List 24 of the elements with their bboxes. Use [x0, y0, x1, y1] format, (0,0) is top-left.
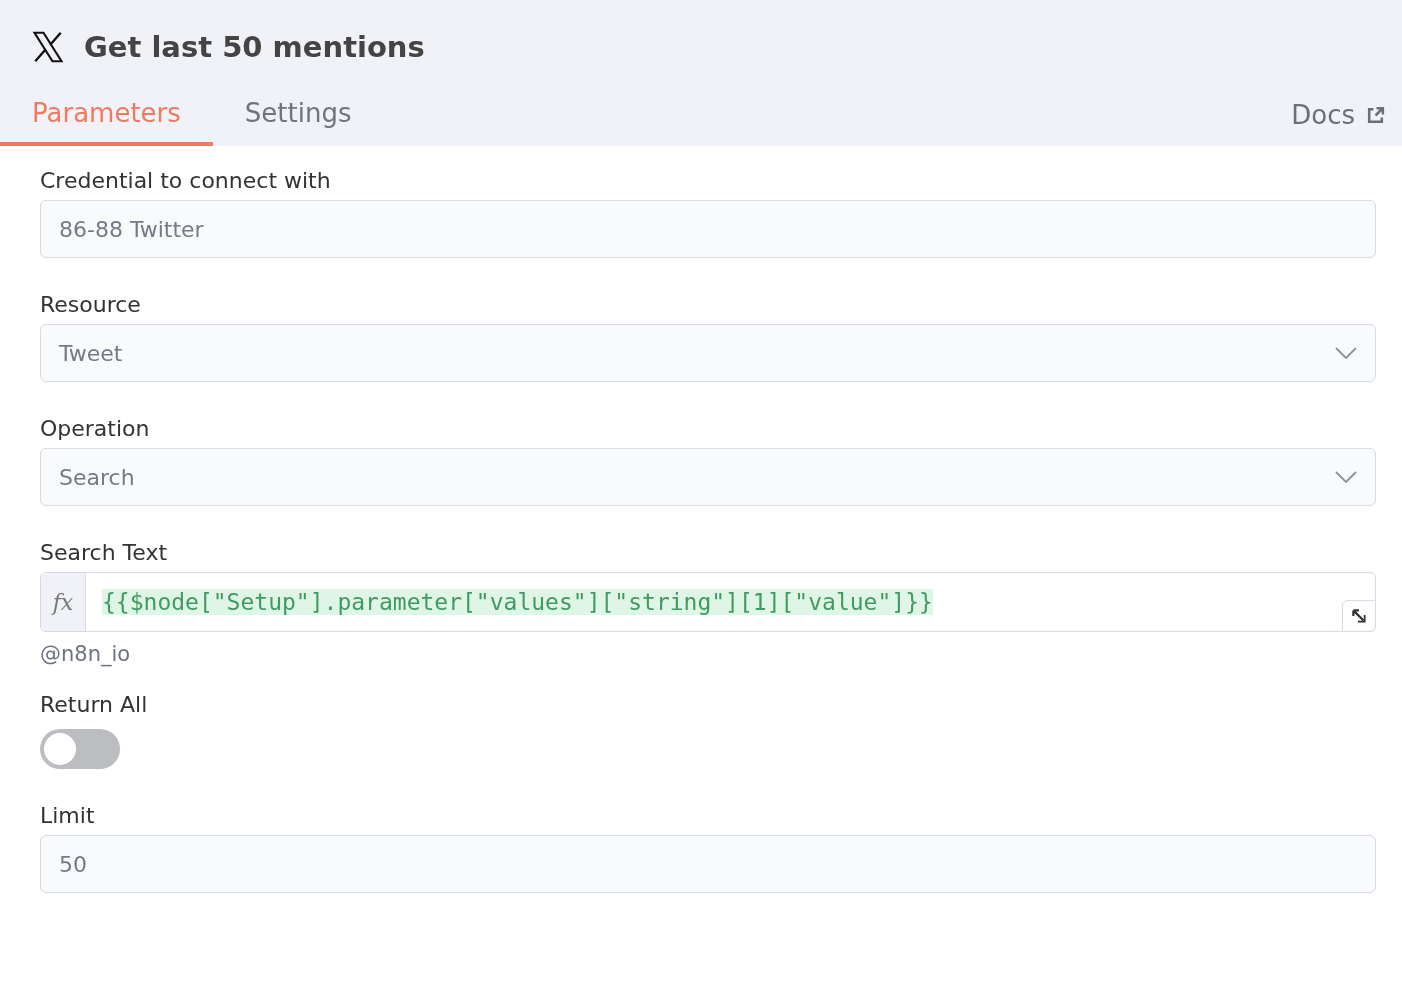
expand-icon[interactable]: [1342, 600, 1376, 632]
input-field[interactable]: 86-88 Twitter: [40, 200, 1376, 258]
toggle-switch[interactable]: [40, 729, 120, 769]
tab[interactable]: Settings: [212, 98, 384, 146]
field-label: Limit: [40, 803, 96, 828]
tab[interactable]: Parameters: [0, 98, 213, 146]
field-label: Operation: [40, 416, 151, 441]
input-field[interactable]: 50: [40, 835, 1376, 893]
field-label: Credential to connect with: [40, 168, 332, 193]
node-title: Get last 50 mentions: [84, 30, 425, 64]
chevron-down-icon: [1335, 347, 1357, 359]
select-field[interactable]: Search: [40, 448, 1376, 506]
field-label: Search Text: [40, 540, 169, 565]
expression-code: {{$node["Setup"].parameter["values"]["string"][1]["value"]}}: [102, 589, 933, 615]
chevron-down-icon: [1335, 471, 1357, 483]
select-field[interactable]: Tweet: [40, 324, 1376, 382]
field-label: Resource: [40, 292, 142, 317]
field-label: Return All: [40, 692, 149, 717]
external-link-icon: [1365, 104, 1386, 126]
expression-field[interactable]: fx {{$node["Setup"].parameter["values"]["string"][1]["value"]}}: [40, 572, 1376, 632]
fx-prefix: fx: [41, 573, 86, 631]
docs-link[interactable]: Docs: [1291, 100, 1386, 146]
x-logo-icon: [30, 29, 66, 65]
hint-text: @n8n_io: [40, 642, 132, 666]
